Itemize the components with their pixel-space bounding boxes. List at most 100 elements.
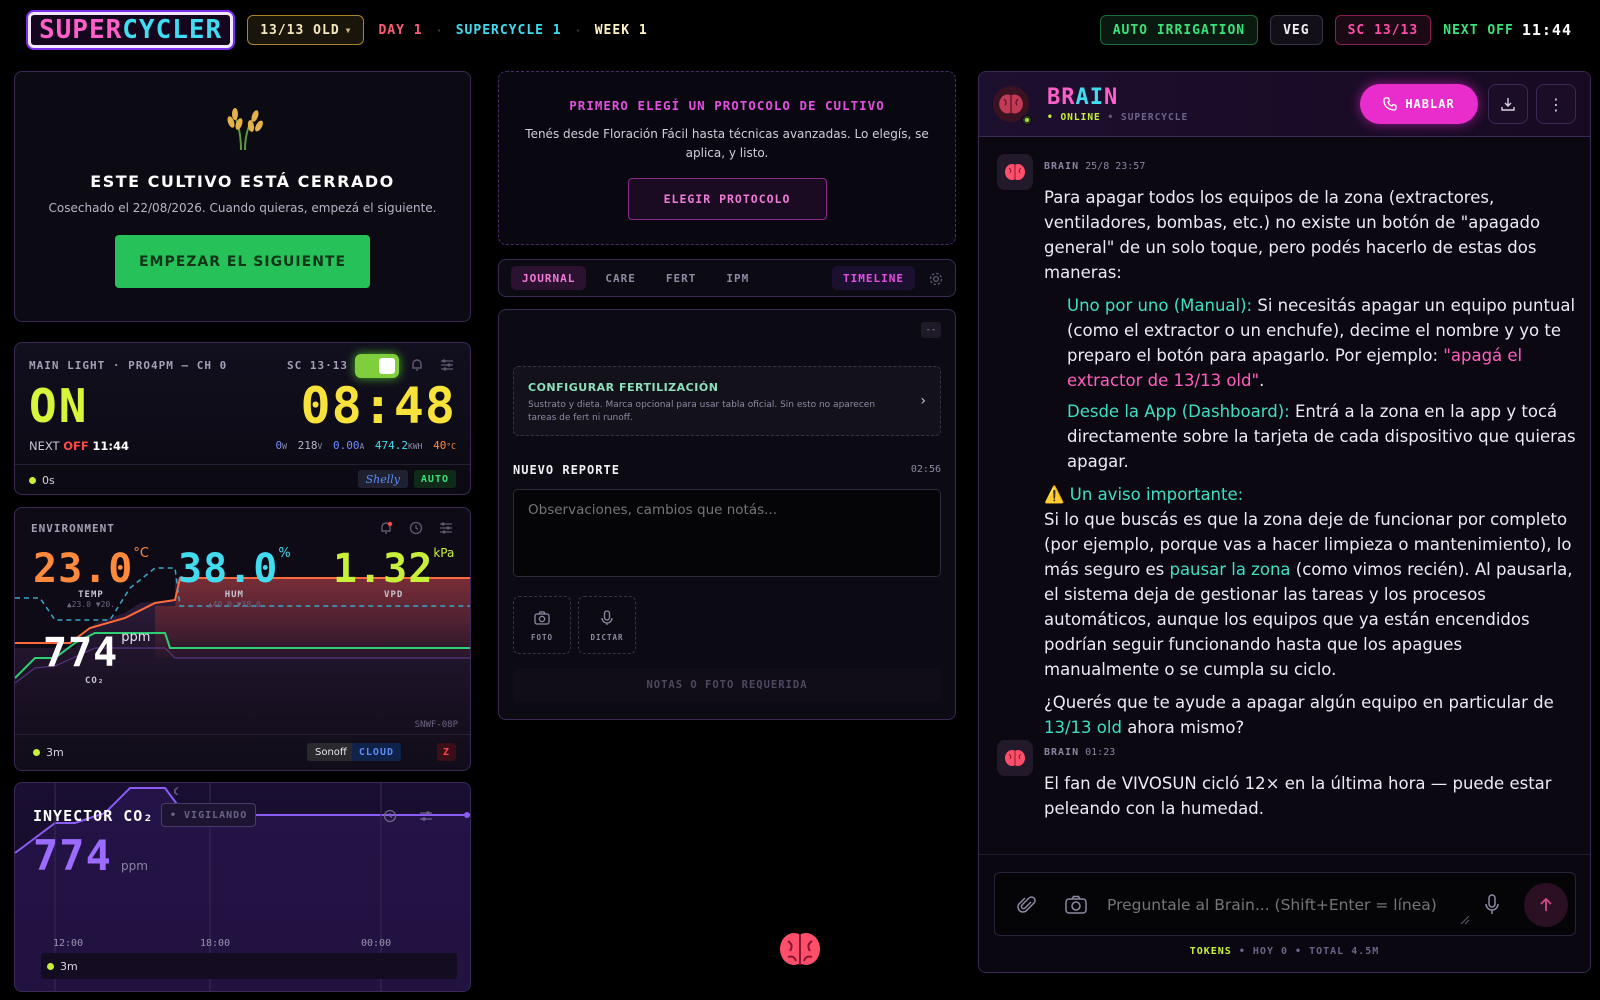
co2-status-badge[interactable]: • VIGILANDO (161, 803, 257, 827)
sc-badge[interactable]: SC 13/13 (1334, 15, 1432, 45)
co2-reading-unit: ppm (120, 859, 148, 873)
light-volts-unit: V (317, 442, 323, 451)
brain-avatar-icon (1005, 750, 1025, 766)
clock-icon[interactable] (409, 520, 423, 535)
tab-care[interactable]: CARE (594, 266, 647, 290)
sliders-icon[interactable] (440, 357, 454, 371)
status-sep: • (1107, 111, 1115, 123)
co2-injector-card: ☾ INYECTOR CO₂ • VIGILANDO 774 ppm 12:00… (14, 782, 471, 992)
chat-camera-icon[interactable] (1065, 895, 1087, 915)
wheat-icon (213, 100, 273, 152)
settings-icon[interactable] (929, 271, 943, 286)
protocol-card: PRIMERO ELEGÍ UN PROTOCOLO DE CULTIVO Te… (498, 71, 956, 245)
zone-select-value: 13/13 OLD (260, 22, 340, 38)
chat-input[interactable] (1107, 891, 1457, 919)
tab-timeline[interactable]: TIMELINE (832, 266, 915, 290)
light-state: ON (29, 379, 89, 433)
brain-icon (999, 94, 1023, 114)
brain-title-c: N (1104, 84, 1119, 110)
light-kwh-unit: KWH (408, 442, 423, 451)
observations-input[interactable] (513, 489, 941, 577)
zone-link[interactable]: 13/13 old (1044, 718, 1122, 737)
download-icon (1501, 98, 1515, 111)
co2-clock-icon[interactable] (383, 808, 397, 823)
hum-metric: 38.0% HUM ▲40.0 ▼38.0 (178, 546, 291, 609)
choose-protocol-button[interactable]: ELEGIR PROTOCOLO (627, 178, 827, 220)
light-uptime: 0s (29, 474, 55, 487)
light-watts-unit: W (282, 442, 287, 451)
tab-ipm[interactable]: IPM (715, 266, 760, 290)
protocol-title: PRIMERO ELEGÍ UN PROTOCOLO DE CULTIVO (569, 98, 885, 113)
phone-icon (1383, 97, 1397, 111)
environment-card: ENVIRONMENT 23.0°C TEMP ▲23.0 ▼20. 38.0%… (14, 507, 471, 771)
light-temp: 40 (433, 439, 447, 452)
collapse-button[interactable]: -- (921, 322, 941, 338)
hum-value: 38.0 (178, 546, 279, 592)
submit-report-button[interactable]: NOTAS O FOTO REQUERIDA (513, 668, 941, 702)
app-logo[interactable]: SUPER CYCLER (28, 12, 234, 48)
z-badge[interactable]: Z (436, 743, 456, 761)
co2-tick-0: 12:00 (53, 938, 84, 949)
list-item-heading: Uno por uno (Manual): (1067, 296, 1253, 315)
co2-sliders-icon[interactable] (419, 808, 433, 822)
auto-irrigation-badge[interactable]: AUTO IRRIGATION (1099, 15, 1259, 45)
temp-metric: 23.0°C TEMP ▲23.0 ▼20. (33, 546, 149, 609)
co2-reading: 774 ppm (33, 831, 148, 880)
tokens-info: • HOY 0 • TOTAL 4.5M (1238, 946, 1380, 957)
fert-title: CONFIGURAR FERTILIZACIÓN (528, 381, 719, 394)
camera-icon (534, 611, 550, 625)
more-button[interactable]: ⋮ (1536, 84, 1576, 124)
message-paragraph: Para apagar todos los equipos de la zona… (1044, 188, 1541, 282)
co2-reading-value: 774 (33, 831, 112, 880)
light-off-label: OFF (63, 439, 89, 453)
tab-fert[interactable]: FERT (655, 266, 708, 290)
co2-age: 3m (47, 960, 78, 973)
talk-button[interactable]: HABLAR (1360, 84, 1478, 124)
brain-fab-icon[interactable] (778, 929, 822, 969)
cloud-badge[interactable]: CLOUD (351, 743, 401, 761)
journal-tabs: JOURNAL CARE FERT IPM TIMELINE (498, 259, 956, 297)
online-indicator (1021, 114, 1033, 126)
pause-zone-link[interactable]: pausar la zona (1169, 560, 1290, 579)
veg-badge[interactable]: VEG (1270, 15, 1323, 45)
tokens-label: TOKENS (1189, 946, 1232, 957)
light-next: NEXT OFF 11:44 (29, 439, 129, 453)
main-light-card: MAIN LIGHT · PRO4PM — CH 0 SC 13·13 ON 0… (14, 342, 471, 495)
send-button[interactable] (1524, 883, 1568, 927)
light-kwh: 474.2 (374, 439, 409, 452)
dictate-button[interactable]: DICTAR (578, 596, 636, 654)
photo-button[interactable]: FOTO (513, 596, 571, 654)
env-bell-icon[interactable] (379, 520, 393, 534)
zone-select[interactable]: 13/13 OLD ▼ (247, 15, 365, 45)
bell-icon[interactable] (410, 357, 424, 371)
chat-mic-icon[interactable] (1485, 894, 1499, 916)
arrow-up-icon (1540, 897, 1552, 911)
env-sliders-icon[interactable] (439, 520, 453, 534)
report-time: 02:56 (910, 464, 941, 475)
configure-fertilization-card[interactable]: CONFIGURAR FERTILIZACIÓN Sustrato y diet… (513, 366, 941, 436)
co2-value: 774 (43, 630, 119, 676)
talk-label: HABLAR (1405, 97, 1455, 111)
message-text: ahora mismo? (1121, 718, 1245, 737)
co2-label: CO₂ (85, 676, 105, 686)
download-button[interactable] (1488, 84, 1528, 124)
light-sc: SC 13·13 (287, 359, 348, 372)
temp-unit: °C (133, 546, 149, 561)
paperclip-icon[interactable] (1017, 895, 1037, 915)
brain-chat-panel: BRAIN • ONLINE • SUPERCYCLE HABLAR ⋮ BRA… (978, 71, 1591, 973)
day-label: DAY 1 (378, 22, 423, 38)
light-toggle[interactable] (355, 354, 399, 378)
light-temp-unit: °C (446, 442, 456, 451)
light-volts: 218 (297, 439, 318, 452)
moon-icon: ☾ (173, 787, 182, 798)
status-dot (29, 477, 36, 484)
warning-heading: ⚠️ Un aviso importante: (1044, 485, 1244, 504)
brain-avatar-icon (1005, 164, 1025, 180)
light-mode-badge[interactable]: AUTO (413, 470, 456, 488)
chat-message: BRAIN 01:23 El fan de VIVOSUN cicló 12× … (997, 740, 1576, 821)
resize-handle-icon[interactable] (1460, 909, 1470, 925)
start-next-button[interactable]: EMPEZAR EL SIGUIENTE (115, 235, 370, 288)
message-time: 01:23 (1085, 747, 1116, 758)
tab-journal[interactable]: JOURNAL (511, 266, 587, 290)
hum-range: ▲40.0 ▼38.0 (207, 600, 261, 609)
